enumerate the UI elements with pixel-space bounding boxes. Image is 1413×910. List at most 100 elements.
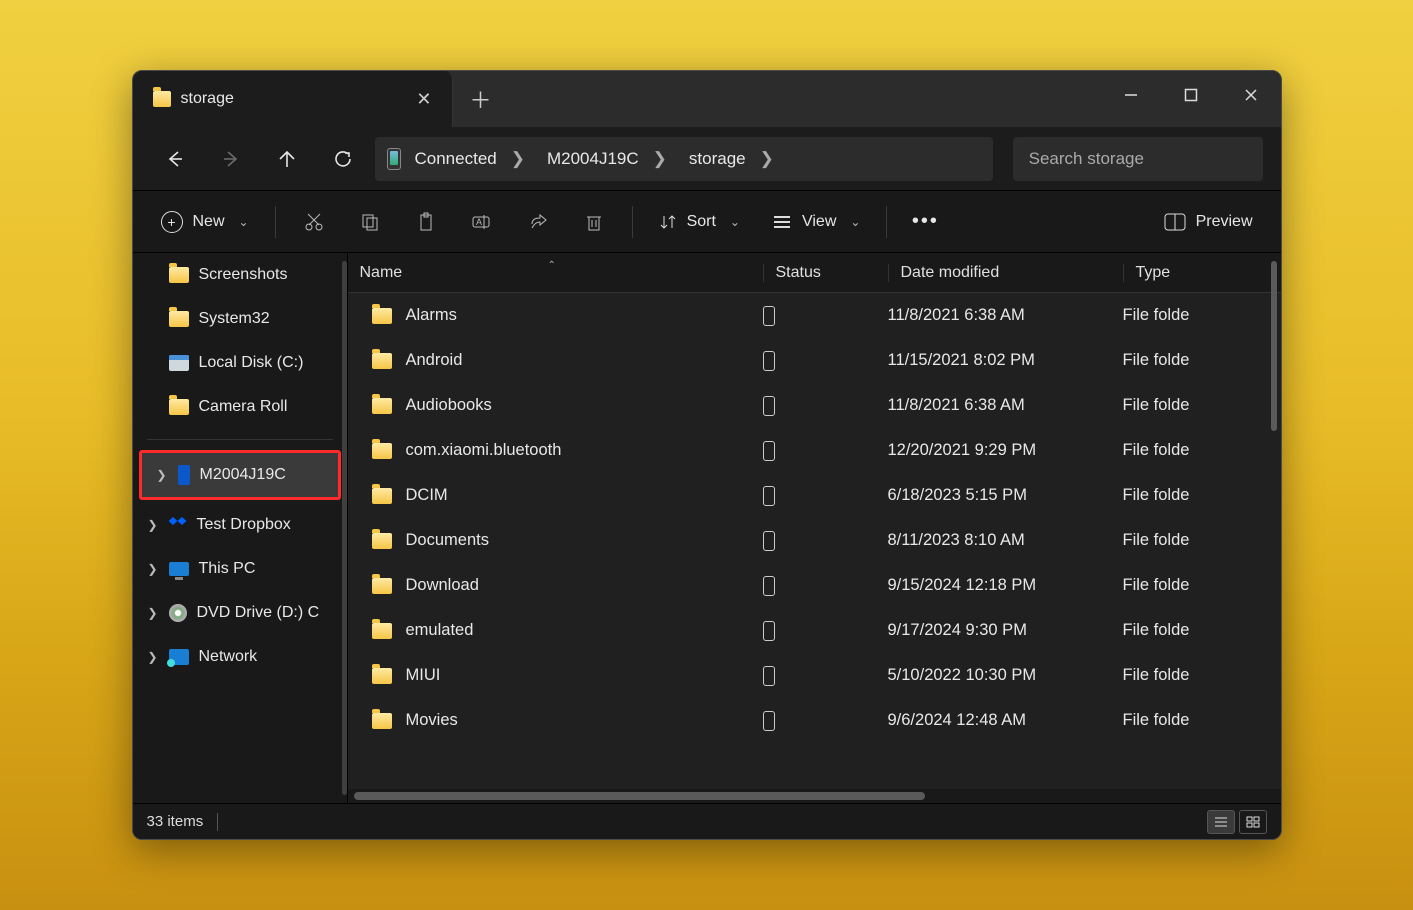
chevron-right-icon: ❯ bbox=[511, 149, 525, 169]
sidebar-item[interactable]: ❯DVD Drive (D:) C bbox=[133, 591, 347, 635]
folder-icon bbox=[372, 398, 392, 414]
file-rows: Alarms 11/8/2021 6:38 AM File folde Andr… bbox=[348, 293, 1281, 789]
sort-indicator-icon: ⌃ bbox=[548, 260, 556, 271]
chevron-right-icon[interactable]: ❯ bbox=[145, 606, 161, 620]
device-status-icon bbox=[763, 396, 775, 416]
close-button[interactable] bbox=[1221, 71, 1281, 119]
file-row[interactable]: com.xiaomi.bluetooth 12/20/2021 9:29 PM … bbox=[348, 428, 1281, 473]
cut-button[interactable] bbox=[290, 202, 338, 242]
new-label: New bbox=[193, 213, 225, 231]
breadcrumb-seg[interactable]: storage bbox=[689, 149, 746, 169]
new-button[interactable]: + New ⌄ bbox=[149, 202, 261, 242]
device-status-icon bbox=[763, 576, 775, 596]
folder-icon bbox=[169, 399, 189, 415]
paste-button[interactable] bbox=[402, 202, 450, 242]
maximize-button[interactable] bbox=[1161, 71, 1221, 119]
rename-button[interactable]: A bbox=[458, 202, 506, 242]
view-button[interactable]: View ⌄ bbox=[760, 202, 872, 242]
column-date[interactable]: Date modified bbox=[888, 264, 1123, 282]
sidebar-item[interactable]: Screenshots bbox=[133, 253, 347, 297]
separator bbox=[886, 206, 887, 238]
breadcrumb-seg[interactable]: Connected bbox=[415, 149, 497, 169]
up-button[interactable] bbox=[263, 139, 311, 179]
preview-button[interactable]: Preview bbox=[1152, 202, 1265, 242]
chevron-right-icon: ❯ bbox=[653, 149, 667, 169]
file-date: 9/6/2024 12:48 AM bbox=[888, 711, 1123, 730]
sidebar-item[interactable]: Local Disk (C:) bbox=[133, 341, 347, 385]
column-name[interactable]: Name ⌃ bbox=[348, 264, 763, 282]
details-view-toggle[interactable] bbox=[1207, 810, 1235, 834]
sort-button[interactable]: Sort ⌄ bbox=[647, 202, 752, 242]
dropbox-icon bbox=[169, 517, 187, 533]
chevron-down-icon: ⌄ bbox=[850, 215, 860, 229]
sidebar-item[interactable]: ❯Test Dropbox bbox=[133, 503, 347, 547]
file-row[interactable]: emulated 9/17/2024 9:30 PM File folde bbox=[348, 608, 1281, 653]
view-toggles bbox=[1207, 810, 1267, 834]
sidebar-item[interactable]: ❯Network bbox=[133, 635, 347, 679]
refresh-button[interactable] bbox=[319, 139, 367, 179]
window-controls bbox=[1101, 71, 1281, 119]
svg-text:A: A bbox=[476, 217, 482, 227]
search-input[interactable]: Search storage bbox=[1013, 137, 1263, 181]
minimize-button[interactable] bbox=[1101, 71, 1161, 119]
file-date: 11/15/2021 8:02 PM bbox=[888, 351, 1123, 370]
folder-icon bbox=[372, 533, 392, 549]
breadcrumb-seg[interactable]: M2004J19C bbox=[547, 149, 639, 169]
vertical-scrollbar[interactable] bbox=[1271, 261, 1277, 431]
folder-icon bbox=[372, 578, 392, 594]
file-row[interactable]: Audiobooks 11/8/2021 6:38 AM File folde bbox=[348, 383, 1281, 428]
file-name: Audiobooks bbox=[406, 396, 492, 415]
file-row[interactable]: Documents 8/11/2023 8:10 AM File folde bbox=[348, 518, 1281, 563]
file-date: 8/11/2023 8:10 AM bbox=[888, 531, 1123, 550]
back-button[interactable] bbox=[151, 139, 199, 179]
file-row[interactable]: Android 11/15/2021 8:02 PM File folde bbox=[348, 338, 1281, 383]
chevron-right-icon: ❯ bbox=[760, 149, 774, 169]
file-date: 12/20/2021 9:29 PM bbox=[888, 441, 1123, 460]
device-status-icon bbox=[763, 666, 775, 686]
file-type: File folde bbox=[1123, 351, 1281, 370]
chevron-right-icon[interactable]: ❯ bbox=[145, 518, 161, 532]
view-icon bbox=[772, 214, 792, 230]
file-type: File folde bbox=[1123, 306, 1281, 325]
chevron-right-icon[interactable]: ❯ bbox=[145, 562, 161, 576]
chevron-right-icon[interactable]: ❯ bbox=[154, 468, 170, 482]
copy-button[interactable] bbox=[346, 202, 394, 242]
file-row[interactable]: Movies 9/6/2024 12:48 AM File folde bbox=[348, 698, 1281, 743]
file-row[interactable]: MIUI 5/10/2022 10:30 PM File folde bbox=[348, 653, 1281, 698]
file-date: 5/10/2022 10:30 PM bbox=[888, 666, 1123, 685]
item-count: 33 items bbox=[147, 813, 204, 830]
file-row[interactable]: Alarms 11/8/2021 6:38 AM File folde bbox=[348, 293, 1281, 338]
plus-circle-icon: + bbox=[161, 211, 183, 233]
column-type[interactable]: Type bbox=[1123, 264, 1281, 282]
sidebar: ScreenshotsSystem32Local Disk (C:)Camera… bbox=[133, 253, 348, 803]
sidebar-item[interactable]: System32 bbox=[133, 297, 347, 341]
breadcrumb[interactable]: Connected ❯ M2004J19C ❯ storage ❯ bbox=[375, 137, 993, 181]
file-type: File folde bbox=[1123, 621, 1281, 640]
file-row[interactable]: Download 9/15/2024 12:18 PM File folde bbox=[348, 563, 1281, 608]
new-tab-button[interactable]: ＋ bbox=[453, 71, 509, 127]
delete-button[interactable] bbox=[570, 202, 618, 242]
file-row[interactable]: DCIM 6/18/2023 5:15 PM File folde bbox=[348, 473, 1281, 518]
tab-title: storage bbox=[181, 90, 234, 108]
device-status-icon bbox=[763, 351, 775, 371]
thumbnails-view-toggle[interactable] bbox=[1239, 810, 1267, 834]
tab-storage[interactable]: storage ✕ bbox=[133, 71, 453, 127]
device-status-icon bbox=[763, 711, 775, 731]
folder-icon bbox=[169, 311, 189, 327]
folder-icon bbox=[372, 443, 392, 459]
sidebar-scrollbar[interactable] bbox=[342, 261, 347, 795]
horizontal-scrollbar[interactable] bbox=[348, 789, 1281, 803]
column-status[interactable]: Status bbox=[763, 264, 888, 282]
tab-close-icon[interactable]: ✕ bbox=[416, 89, 431, 110]
sidebar-item[interactable]: ❯ M2004J19C bbox=[142, 453, 338, 497]
device-status-icon bbox=[763, 486, 775, 506]
more-button[interactable]: ••• bbox=[901, 202, 949, 242]
share-button[interactable] bbox=[514, 202, 562, 242]
chevron-right-icon[interactable]: ❯ bbox=[145, 650, 161, 664]
file-type: File folde bbox=[1123, 396, 1281, 415]
forward-button[interactable] bbox=[207, 139, 255, 179]
sidebar-item[interactable]: Camera Roll bbox=[133, 385, 347, 429]
sidebar-item-label: M2004J19C bbox=[200, 466, 286, 484]
sidebar-item[interactable]: ❯This PC bbox=[133, 547, 347, 591]
file-date: 9/17/2024 9:30 PM bbox=[888, 621, 1123, 640]
